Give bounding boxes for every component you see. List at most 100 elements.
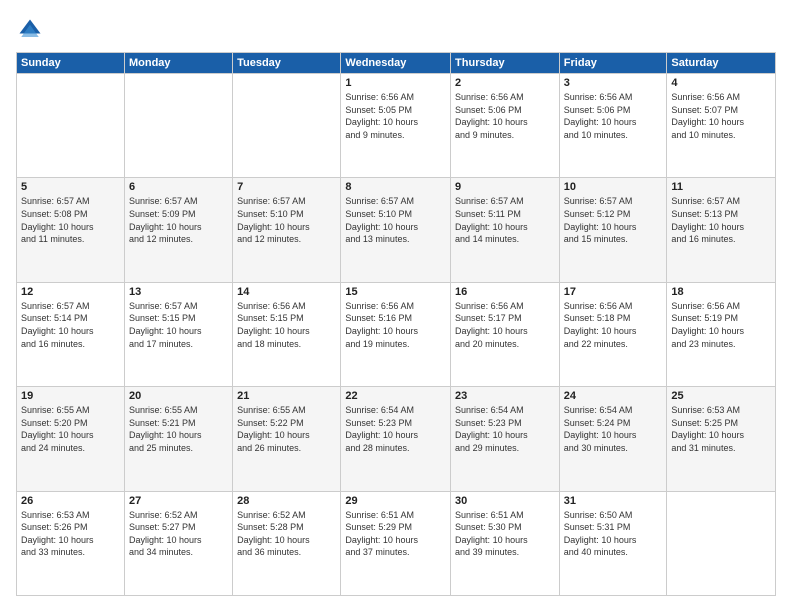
day-info: Sunrise: 6:52 AM Sunset: 5:27 PM Dayligh…	[129, 509, 228, 559]
day-cell: 28 Sunrise: 6:52 AM Sunset: 5:28 PM Dayli…	[233, 491, 341, 595]
day-number: 6	[129, 181, 228, 193]
day-number: 14	[237, 286, 336, 298]
weekday-friday: Friday	[559, 53, 667, 74]
day-number: 11	[671, 181, 771, 193]
day-number: 25	[671, 390, 771, 402]
calendar-table: SundayMondayTuesdayWednesdayThursdayFrid…	[16, 52, 776, 596]
day-cell: 12 Sunrise: 6:57 AM Sunset: 5:14 PM Dayli…	[17, 282, 125, 386]
day-info: Sunrise: 6:57 AM Sunset: 5:09 PM Dayligh…	[129, 195, 228, 245]
day-number: 20	[129, 390, 228, 402]
day-cell: 25 Sunrise: 6:53 AM Sunset: 5:25 PM Dayli…	[667, 387, 776, 491]
day-info: Sunrise: 6:52 AM Sunset: 5:28 PM Dayligh…	[237, 509, 336, 559]
day-info: Sunrise: 6:56 AM Sunset: 5:16 PM Dayligh…	[345, 300, 446, 350]
day-info: Sunrise: 6:56 AM Sunset: 5:07 PM Dayligh…	[671, 91, 771, 141]
day-info: Sunrise: 6:53 AM Sunset: 5:25 PM Dayligh…	[671, 404, 771, 454]
day-number: 16	[455, 286, 555, 298]
day-info: Sunrise: 6:56 AM Sunset: 5:18 PM Dayligh…	[564, 300, 663, 350]
day-info: Sunrise: 6:56 AM Sunset: 5:17 PM Dayligh…	[455, 300, 555, 350]
day-number: 10	[564, 181, 663, 193]
day-cell: 17Sunrise: 6:56 AM Sunset: 5:18 PM Dayli…	[559, 282, 667, 386]
day-cell: 10Sunrise: 6:57 AM Sunset: 5:12 PM Dayli…	[559, 178, 667, 282]
day-number: 29	[345, 495, 446, 507]
day-number: 21	[237, 390, 336, 402]
day-number: 27	[129, 495, 228, 507]
day-info: Sunrise: 6:56 AM Sunset: 5:06 PM Dayligh…	[455, 91, 555, 141]
week-row-4: 19 Sunrise: 6:55 AM Sunset: 5:20 PM Dayli…	[17, 387, 776, 491]
day-number: 22	[345, 390, 446, 402]
day-number: 4	[671, 77, 771, 89]
weekday-monday: Monday	[124, 53, 232, 74]
day-cell: 22 Sunrise: 6:54 AM Sunset: 5:23 PM Dayli…	[341, 387, 451, 491]
weekday-saturday: Saturday	[667, 53, 776, 74]
weekday-sunday: Sunday	[17, 53, 125, 74]
day-cell: 9Sunrise: 6:57 AM Sunset: 5:11 PM Daylig…	[451, 178, 560, 282]
day-cell: 31Sunrise: 6:50 AM Sunset: 5:31 PM Dayli…	[559, 491, 667, 595]
day-info: Sunrise: 6:55 AM Sunset: 5:21 PM Dayligh…	[129, 404, 228, 454]
weekday-wednesday: Wednesday	[341, 53, 451, 74]
week-row-3: 12 Sunrise: 6:57 AM Sunset: 5:14 PM Dayli…	[17, 282, 776, 386]
day-number: 23	[455, 390, 555, 402]
day-cell: 5 Sunrise: 6:57 AM Sunset: 5:08 PM Daylig…	[17, 178, 125, 282]
day-info: Sunrise: 6:56 AM Sunset: 5:05 PM Dayligh…	[345, 91, 446, 141]
day-cell: 26Sunrise: 6:53 AM Sunset: 5:26 PM Dayli…	[17, 491, 125, 595]
day-number: 18	[671, 286, 771, 298]
day-number: 13	[129, 286, 228, 298]
day-cell: 15 Sunrise: 6:56 AM Sunset: 5:16 PM Dayli…	[341, 282, 451, 386]
day-cell: 19 Sunrise: 6:55 AM Sunset: 5:20 PM Dayli…	[17, 387, 125, 491]
day-info: Sunrise: 6:51 AM Sunset: 5:30 PM Dayligh…	[455, 509, 555, 559]
day-info: Sunrise: 6:56 AM Sunset: 5:19 PM Dayligh…	[671, 300, 771, 350]
day-info: Sunrise: 6:56 AM Sunset: 5:15 PM Dayligh…	[237, 300, 336, 350]
day-number: 19	[21, 390, 120, 402]
day-number: 2	[455, 77, 555, 89]
week-row-2: 5 Sunrise: 6:57 AM Sunset: 5:08 PM Daylig…	[17, 178, 776, 282]
day-cell: 16 Sunrise: 6:56 AM Sunset: 5:17 PM Dayli…	[451, 282, 560, 386]
day-info: Sunrise: 6:57 AM Sunset: 5:10 PM Dayligh…	[345, 195, 446, 245]
day-number: 26	[21, 495, 120, 507]
day-info: Sunrise: 6:57 AM Sunset: 5:13 PM Dayligh…	[671, 195, 771, 245]
day-cell: 20 Sunrise: 6:55 AM Sunset: 5:21 PM Dayli…	[124, 387, 232, 491]
day-cell: 18 Sunrise: 6:56 AM Sunset: 5:19 PM Dayli…	[667, 282, 776, 386]
day-info: Sunrise: 6:57 AM Sunset: 5:14 PM Dayligh…	[21, 300, 120, 350]
day-cell	[124, 74, 232, 178]
day-number: 12	[21, 286, 120, 298]
day-info: Sunrise: 6:57 AM Sunset: 5:10 PM Dayligh…	[237, 195, 336, 245]
day-number: 30	[455, 495, 555, 507]
page: SundayMondayTuesdayWednesdayThursdayFrid…	[0, 0, 792, 612]
day-cell: 8Sunrise: 6:57 AM Sunset: 5:10 PM Daylig…	[341, 178, 451, 282]
header	[16, 16, 776, 44]
day-number: 5	[21, 181, 120, 193]
day-number: 28	[237, 495, 336, 507]
week-row-1: 1 Sunrise: 6:56 AM Sunset: 5:05 PM Daylig…	[17, 74, 776, 178]
day-info: Sunrise: 6:51 AM Sunset: 5:29 PM Dayligh…	[345, 509, 446, 559]
week-row-5: 26Sunrise: 6:53 AM Sunset: 5:26 PM Dayli…	[17, 491, 776, 595]
day-cell: 11 Sunrise: 6:57 AM Sunset: 5:13 PM Dayli…	[667, 178, 776, 282]
logo	[16, 16, 48, 44]
weekday-tuesday: Tuesday	[233, 53, 341, 74]
day-number: 1	[345, 77, 446, 89]
day-cell	[667, 491, 776, 595]
day-cell: 1 Sunrise: 6:56 AM Sunset: 5:05 PM Daylig…	[341, 74, 451, 178]
day-cell: 24Sunrise: 6:54 AM Sunset: 5:24 PM Dayli…	[559, 387, 667, 491]
day-info: Sunrise: 6:55 AM Sunset: 5:22 PM Dayligh…	[237, 404, 336, 454]
day-cell: 13Sunrise: 6:57 AM Sunset: 5:15 PM Dayli…	[124, 282, 232, 386]
day-cell: 23 Sunrise: 6:54 AM Sunset: 5:23 PM Dayli…	[451, 387, 560, 491]
day-number: 7	[237, 181, 336, 193]
day-cell	[17, 74, 125, 178]
day-cell: 4 Sunrise: 6:56 AM Sunset: 5:07 PM Daylig…	[667, 74, 776, 178]
day-info: Sunrise: 6:54 AM Sunset: 5:24 PM Dayligh…	[564, 404, 663, 454]
day-cell: 29 Sunrise: 6:51 AM Sunset: 5:29 PM Dayli…	[341, 491, 451, 595]
day-info: Sunrise: 6:54 AM Sunset: 5:23 PM Dayligh…	[345, 404, 446, 454]
day-cell: 30 Sunrise: 6:51 AM Sunset: 5:30 PM Dayli…	[451, 491, 560, 595]
day-info: Sunrise: 6:57 AM Sunset: 5:08 PM Dayligh…	[21, 195, 120, 245]
day-cell: 7 Sunrise: 6:57 AM Sunset: 5:10 PM Daylig…	[233, 178, 341, 282]
day-cell: 6 Sunrise: 6:57 AM Sunset: 5:09 PM Daylig…	[124, 178, 232, 282]
day-number: 3	[564, 77, 663, 89]
day-cell: 14 Sunrise: 6:56 AM Sunset: 5:15 PM Dayli…	[233, 282, 341, 386]
logo-icon	[16, 16, 44, 44]
day-cell: 21 Sunrise: 6:55 AM Sunset: 5:22 PM Dayli…	[233, 387, 341, 491]
day-info: Sunrise: 6:54 AM Sunset: 5:23 PM Dayligh…	[455, 404, 555, 454]
day-number: 31	[564, 495, 663, 507]
day-info: Sunrise: 6:55 AM Sunset: 5:20 PM Dayligh…	[21, 404, 120, 454]
day-number: 15	[345, 286, 446, 298]
day-info: Sunrise: 6:57 AM Sunset: 5:11 PM Dayligh…	[455, 195, 555, 245]
